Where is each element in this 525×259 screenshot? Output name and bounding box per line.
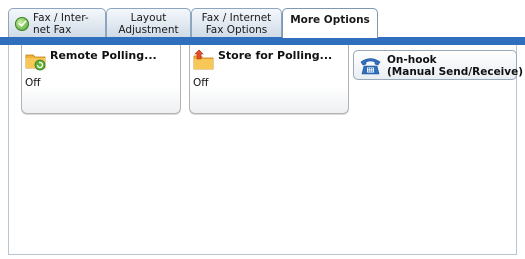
tab-label: Fax / Internet Fax Options [201, 11, 272, 36]
remote-polling-label: Remote Polling... [50, 49, 157, 62]
on-hook-label: On-hook (Manual Send/Receive) [387, 54, 524, 78]
tab-more-options[interactable]: More Options [282, 8, 378, 38]
tab-fax-internet-fax-options[interactable]: Fax / Internet Fax Options [191, 8, 282, 38]
remote-polling-value: Off [25, 77, 41, 89]
tab-label: More Options [290, 13, 370, 26]
store-for-polling-value: Off [193, 77, 209, 89]
tab-label: Layout Adjustment [118, 11, 179, 36]
check-circle-icon [15, 16, 29, 31]
telephone-icon [360, 56, 381, 75]
store-for-polling-button[interactable]: Store for Polling... Off [189, 45, 349, 114]
tab-bar: Fax / Inter- net Fax Layout Adjustment F… [0, 0, 525, 38]
folder-store-icon [193, 49, 215, 71]
tab-fax-internet-fax[interactable]: Fax / Inter- net Fax [8, 8, 106, 38]
tab-band [0, 37, 525, 45]
tab-layout-adjustment[interactable]: Layout Adjustment [106, 8, 191, 38]
content-panel: Remote Polling... Off Store for Polling.… [8, 45, 523, 255]
on-hook-button[interactable]: On-hook (Manual Send/Receive) [353, 50, 523, 80]
screen: Fax / Inter- net Fax Layout Adjustment F… [0, 0, 525, 259]
tab-label: Fax / Inter- net Fax [33, 11, 89, 36]
remote-polling-button[interactable]: Remote Polling... Off [21, 45, 181, 114]
store-for-polling-label: Store for Polling... [218, 49, 333, 62]
folder-polling-icon [25, 49, 47, 71]
